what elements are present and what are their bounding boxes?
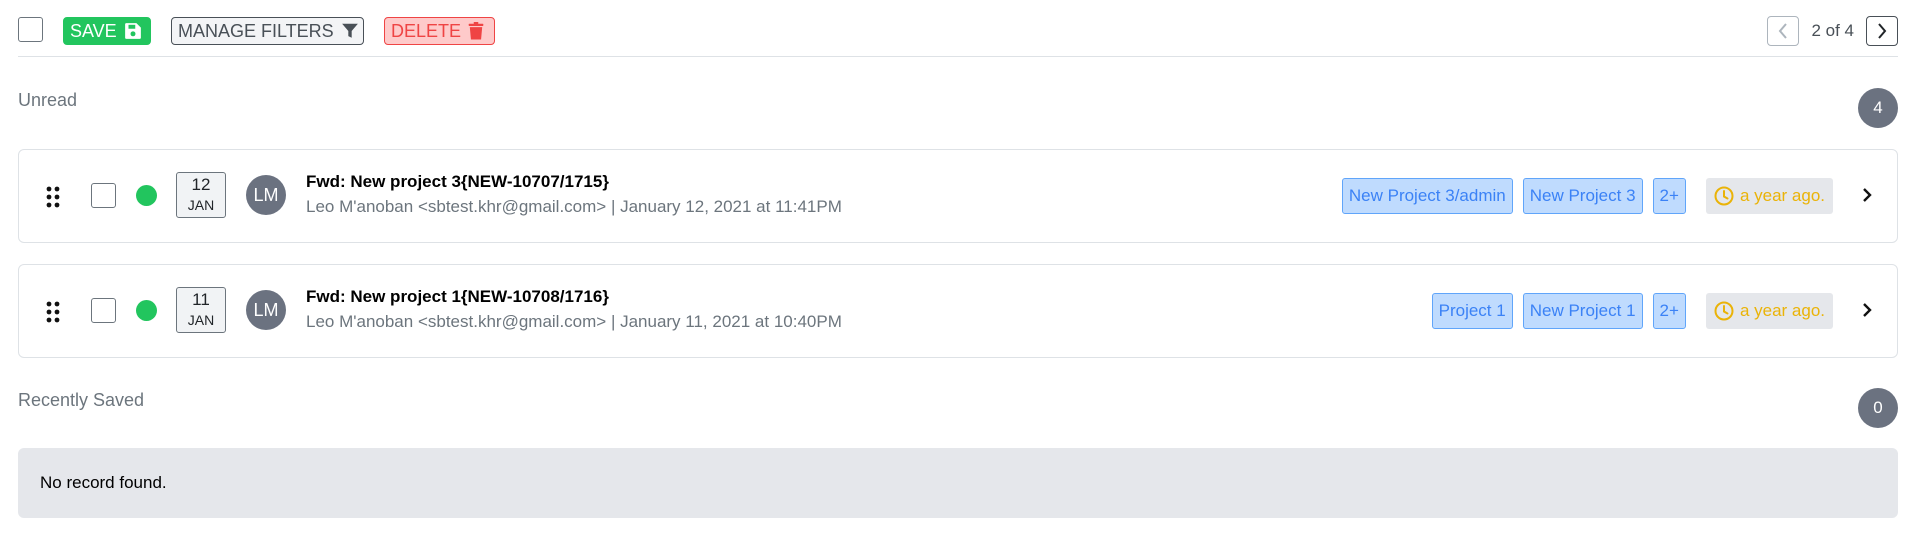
trash-icon — [468, 22, 484, 40]
manage-filters-label: MANAGE FILTERS — [178, 20, 334, 41]
email-meta: Leo M'anoban <sbtest.khr@gmail.com> | Ja… — [306, 197, 842, 216]
recently-saved-count-badge: 0 — [1858, 388, 1898, 428]
prev-page-button[interactable] — [1767, 16, 1800, 46]
more-tags-badge[interactable]: 2+ — [1652, 293, 1686, 329]
date-month: JAN — [187, 197, 215, 213]
avatar: LM — [246, 290, 286, 330]
chevron-right-icon — [1878, 23, 1887, 39]
project-tag[interactable]: Project 1 — [1431, 293, 1513, 329]
email-subject[interactable]: Fwd: New project 1{NEW-10708/1716} — [306, 287, 609, 307]
drag-handle-icon[interactable] — [46, 301, 60, 323]
pagination: 2 of 4 — [1767, 16, 1898, 46]
chevron-right-icon[interactable] — [1861, 186, 1873, 204]
project-tag[interactable]: New Project 3 — [1522, 178, 1643, 214]
pagination-text: 2 of 4 — [1811, 21, 1854, 40]
manage-filters-button[interactable]: MANAGE FILTERS — [171, 17, 364, 45]
project-tag[interactable]: New Project 3/admin — [1341, 178, 1513, 214]
date-box: 12 JAN — [176, 172, 226, 218]
row-checkbox[interactable] — [91, 298, 116, 323]
time-ago: a year ago. — [1739, 186, 1825, 205]
more-tags-badge[interactable]: 2+ — [1652, 178, 1686, 214]
empty-state-text: No record found. — [40, 473, 167, 492]
tag-list: New Project 3/admin New Project 3 2+ a y… — [1341, 178, 1833, 214]
email-meta: Leo M'anoban <sbtest.khr@gmail.com> | Ja… — [306, 312, 842, 331]
unread-indicator — [136, 185, 157, 206]
unread-count-badge: 4 — [1858, 88, 1898, 128]
empty-state: No record found. — [18, 448, 1898, 518]
email-subject[interactable]: Fwd: New project 3{NEW-10707/1715} — [306, 172, 609, 192]
unread-indicator — [136, 300, 157, 321]
toolbar: SAVE MANAGE FILTERS DELETE 2 of 4 — [18, 14, 1898, 46]
toolbar-divider — [18, 56, 1898, 57]
clock-icon — [1714, 301, 1734, 321]
chevron-left-icon — [1779, 23, 1788, 39]
funnel-icon — [341, 23, 358, 38]
email-row[interactable]: 11 JAN LM Fwd: New project 1{NEW-10708/1… — [18, 264, 1898, 358]
floppy-disk-icon — [124, 23, 141, 39]
date-day: 12 — [191, 175, 211, 194]
save-label: SAVE — [70, 20, 117, 41]
tag-list: Project 1 New Project 1 2+ a year ago. — [1431, 293, 1833, 329]
time-ago: a year ago. — [1739, 301, 1825, 320]
avatar: LM — [246, 175, 286, 215]
date-day: 11 — [192, 290, 210, 309]
time-chip: a year ago. — [1705, 178, 1833, 214]
delete-label: DELETE — [391, 20, 462, 41]
project-tag[interactable]: New Project 1 — [1522, 293, 1643, 329]
date-month: JAN — [187, 312, 215, 328]
time-chip: a year ago. — [1705, 293, 1833, 329]
select-all-checkbox[interactable] — [18, 17, 43, 42]
next-page-button[interactable] — [1866, 16, 1898, 46]
date-box: 11 JAN — [176, 287, 226, 333]
recently-saved-section-title: Recently Saved — [18, 390, 145, 410]
row-checkbox[interactable] — [91, 183, 116, 208]
email-row[interactable]: 12 JAN LM Fwd: New project 3{NEW-10707/1… — [18, 149, 1898, 243]
delete-button[interactable]: DELETE — [384, 17, 495, 45]
clock-icon — [1714, 186, 1734, 206]
save-button[interactable]: SAVE — [63, 17, 151, 45]
unread-section-title: Unread — [18, 90, 78, 110]
chevron-right-icon[interactable] — [1861, 301, 1873, 319]
drag-handle-icon[interactable] — [46, 186, 60, 208]
